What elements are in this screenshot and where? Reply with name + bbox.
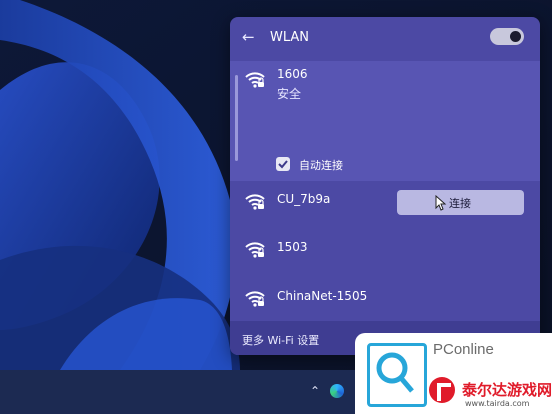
wifi-secured-icon (245, 194, 265, 210)
toggle-knob (510, 31, 521, 42)
pconline-logo (367, 343, 427, 407)
wifi-toggle[interactable] (490, 28, 524, 45)
flyout-title: WLAN (270, 30, 310, 45)
wifi-secured-icon (245, 72, 265, 88)
site-name: 泰尔达游戏网 (462, 381, 552, 399)
site-url: www.tairda.com (465, 399, 530, 408)
network-ssid: 1606 (277, 67, 308, 81)
network-row[interactable]: CU_7b9a (230, 177, 540, 225)
tairda-logo (429, 377, 455, 403)
watermark: PConline 泰尔达游戏网 www.tairda.com (355, 333, 552, 414)
flyout-header: ← WLAN (230, 17, 540, 59)
network-status: 安全 (277, 87, 302, 101)
auto-connect-label: 自动连接 (299, 159, 343, 172)
selected-network[interactable]: 1606 安全 自动连接 连接 (230, 61, 540, 215)
brand-name: PConline (433, 341, 494, 358)
arrow-left-icon[interactable]: ← (242, 29, 255, 45)
wlan-flyout: ← WLAN 1606 安全 自动连接 连接 CU_7b9a 1503 Chin… (230, 17, 540, 355)
wifi-secured-icon (245, 291, 265, 307)
network-ssid: ChinaNet-1505 (277, 289, 368, 303)
wifi-secured-icon (245, 242, 265, 258)
chevron-up-icon[interactable]: ⌃ (310, 384, 320, 398)
selection-indicator (235, 75, 238, 161)
network-row[interactable]: 1503 (230, 225, 540, 273)
network-ssid: 1503 (277, 240, 308, 254)
checkmark-icon (278, 160, 288, 169)
auto-connect-checkbox[interactable] (276, 157, 290, 171)
magnifier-icon (376, 352, 414, 393)
more-wifi-settings-link[interactable]: 更多 Wi-Fi 设置 (242, 332, 319, 348)
edge-browser-icon[interactable] (330, 384, 344, 398)
network-ssid: CU_7b9a (277, 192, 331, 206)
network-row[interactable]: ChinaNet-1505 (230, 274, 540, 322)
